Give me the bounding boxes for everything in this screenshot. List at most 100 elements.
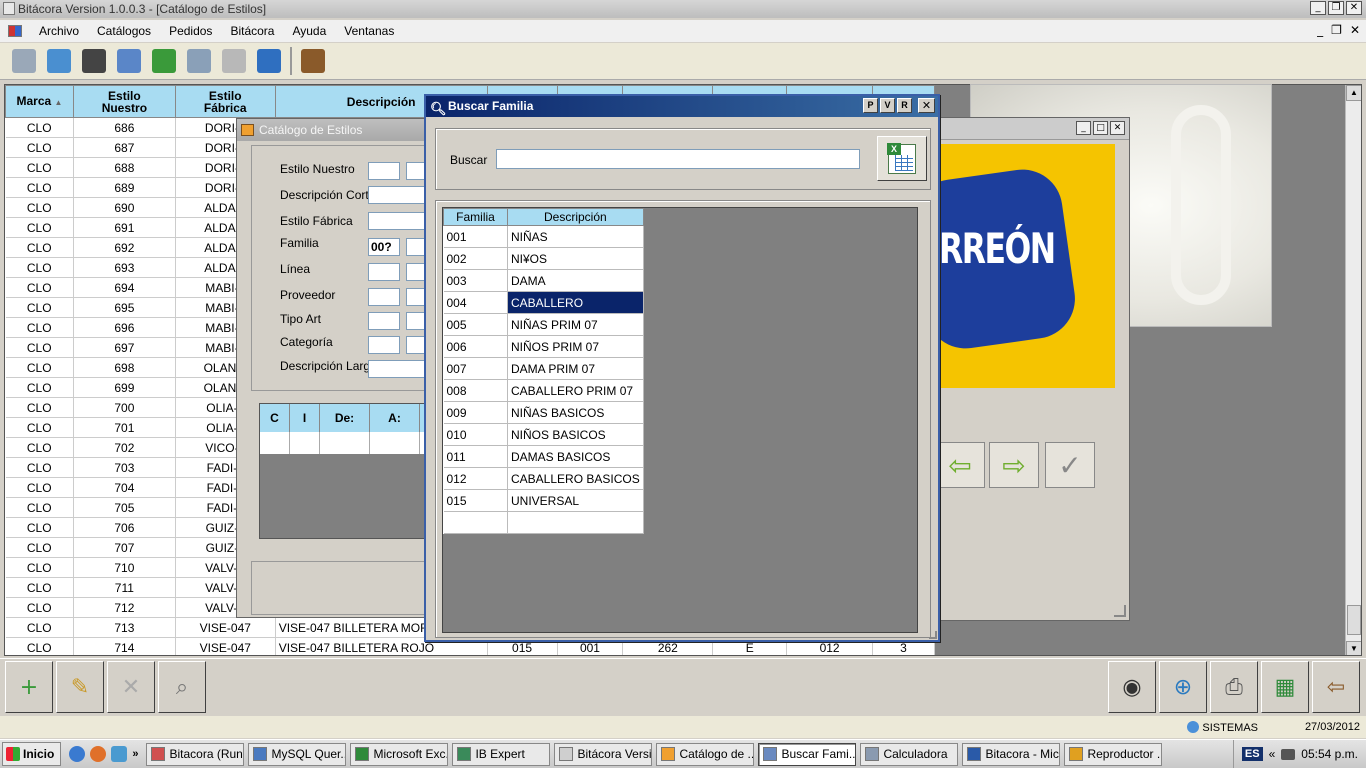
print-button[interactable]: ⎙ <box>1210 661 1258 713</box>
familia-code-cell[interactable]: 011 <box>443 445 508 468</box>
toolbar-button-report[interactable] <box>183 45 215 77</box>
familia-code-cell[interactable] <box>443 511 508 534</box>
cell-marca[interactable]: CLO <box>5 497 74 518</box>
toolbar-button-list[interactable] <box>218 45 250 77</box>
taskbar-button[interactable]: Buscar Fami... <box>758 742 857 766</box>
proveedor-input[interactable] <box>368 288 400 306</box>
familia-code-cell[interactable]: 003 <box>443 269 508 292</box>
taskbar-button[interactable]: Bitácora Versi... <box>554 742 653 766</box>
resize-grip-icon[interactable] <box>1114 605 1126 617</box>
estilo-nuestro-input[interactable] <box>368 162 400 180</box>
familia-desc-cell[interactable]: NIÑAS PRIM 07 <box>507 313 644 336</box>
firefox-icon[interactable] <box>90 746 107 762</box>
familia-code-cell[interactable]: 012 <box>443 467 508 490</box>
network-icon[interactable] <box>1281 748 1296 760</box>
familia-code-cell[interactable]: 006 <box>443 335 508 358</box>
image-viewer-titlebar[interactable]: _ □ ✕ <box>933 118 1129 140</box>
familia-desc-cell[interactable]: NIÑAS BASICOS <box>507 401 644 424</box>
rango-row[interactable] <box>260 432 428 454</box>
cell-marca[interactable]: CLO <box>5 137 74 158</box>
familia-row[interactable]: 012 CABALLERO BASICOS <box>443 467 644 490</box>
iv-minimize-button[interactable]: _ <box>1076 121 1091 135</box>
cell-marca[interactable]: CLO <box>5 217 74 238</box>
taskbar-button[interactable]: Microsoft Exc... <box>350 742 449 766</box>
cell-marca[interactable]: CLO <box>5 317 74 338</box>
toolbar-button-new-document[interactable] <box>43 45 75 77</box>
familia-input[interactable]: 00? <box>368 238 400 256</box>
familia-row[interactable]: 009 NIÑAS BASICOS <box>443 401 644 424</box>
categoria-input[interactable] <box>368 336 400 354</box>
familia-code-cell[interactable]: 004 <box>443 291 508 314</box>
cell-estilo[interactable]: 689 <box>73 177 176 198</box>
cell-marca[interactable]: CLO <box>5 337 74 358</box>
menu-pedidos[interactable]: Pedidos <box>160 24 221 38</box>
catalogo-titlebar[interactable]: Catálogo de Estilos <box>237 119 431 141</box>
mdi-minimize-button[interactable]: _ <box>1317 23 1323 37</box>
dialog-close-button[interactable]: ✕ <box>918 98 935 113</box>
col-familia[interactable]: Familia <box>443 208 508 226</box>
familia-row[interactable]: 004 CABALLERO <box>443 291 644 314</box>
familia-row[interactable]: 002 NI¥OS <box>443 247 644 270</box>
toolbar-button-camera[interactable] <box>78 45 110 77</box>
familia-desc-cell[interactable]: DAMA PRIM 07 <box>507 357 644 380</box>
familia-desc-cell[interactable]: CABALLERO <box>507 291 644 314</box>
scroll-thumb[interactable] <box>1347 605 1361 635</box>
cell-marca[interactable]: CLO <box>5 637 74 655</box>
familia-desc-cell[interactable]: DAMAS BASICOS <box>507 445 644 468</box>
taskbar-button[interactable]: Bitacora (Run... <box>146 742 245 766</box>
cell-marca[interactable]: CLO <box>5 457 74 478</box>
col-descripcion-familia[interactable]: Descripción <box>507 208 644 226</box>
familia-code-cell[interactable]: 015 <box>443 489 508 512</box>
cell-estilo[interactable]: 703 <box>73 457 176 478</box>
tipo-art-input[interactable] <box>368 312 400 330</box>
close-button[interactable]: ✕ <box>1346 1 1362 15</box>
familia-code-cell[interactable]: 001 <box>443 225 508 248</box>
cell-marca[interactable]: CLO <box>5 437 74 458</box>
search-record-button[interactable]: ⌕ <box>158 661 206 713</box>
cell-marca[interactable]: CLO <box>5 157 74 178</box>
cell-estilo[interactable]: 705 <box>73 497 176 518</box>
zoom-button[interactable]: ⊕ <box>1159 661 1207 713</box>
taskbar-button[interactable]: Calculadora <box>860 742 959 766</box>
familia-row[interactable]: 005 NIÑAS PRIM 07 <box>443 313 644 336</box>
mdi-restore-button[interactable]: ❐ <box>1331 23 1342 37</box>
taskbar-button[interactable]: MySQL Quer... <box>248 742 347 766</box>
language-indicator[interactable]: ES <box>1241 747 1263 761</box>
cell-marca[interactable]: CLO <box>5 197 74 218</box>
edit-record-button[interactable]: ✎ <box>56 661 104 713</box>
cell-estilo[interactable]: 691 <box>73 217 176 238</box>
cell-estilo[interactable]: 690 <box>73 197 176 218</box>
col-estilo-nuestro[interactable]: Estilo Nuestro <box>72 85 176 118</box>
cell-estilo[interactable]: 702 <box>73 437 176 458</box>
mdi-child-icon[interactable] <box>8 25 22 37</box>
export-excel-button[interactable]: X <box>877 136 927 181</box>
menu-ventanas[interactable]: Ventanas <box>335 24 403 38</box>
familia-row[interactable]: 008 CABALLERO PRIM 07 <box>443 379 644 402</box>
cell-fabrica[interactable]: VISE-047 <box>175 617 276 638</box>
clock[interactable]: 05:54 p.m. <box>1301 747 1358 761</box>
new-record-button[interactable]: + <box>5 661 53 713</box>
cell-estilo[interactable]: 693 <box>73 257 176 278</box>
cell-estilo[interactable]: 711 <box>73 577 176 598</box>
dialog-titlebar[interactable]: 🔍︎ Buscar Familia P V R ✕ <box>426 96 938 117</box>
toolbar-button-edit-document[interactable] <box>113 45 145 77</box>
iv-maximize-button[interactable]: □ <box>1093 121 1108 135</box>
toolbar-button-folder[interactable] <box>253 45 285 77</box>
cell-estilo[interactable]: 692 <box>73 237 176 258</box>
menu-ayuda[interactable]: Ayuda <box>283 24 335 38</box>
menu-catalogos[interactable]: Catálogos <box>88 24 160 38</box>
cell-marca[interactable]: CLO <box>5 517 74 538</box>
cell-estilo[interactable]: 698 <box>73 357 176 378</box>
familia-code-cell[interactable]: 010 <box>443 423 508 446</box>
cell-estilo[interactable]: 694 <box>73 277 176 298</box>
rango-cell[interactable] <box>320 432 370 454</box>
toolbar-button-download[interactable] <box>148 45 180 77</box>
familia-desc-cell[interactable]: NIÑAS <box>507 225 644 248</box>
export-button[interactable]: ▦ <box>1261 661 1309 713</box>
cell-marca[interactable]: CLO <box>5 377 74 398</box>
familia-desc-cell[interactable]: DAMA <box>507 269 644 292</box>
rango-col-i[interactable]: I <box>290 404 320 432</box>
familia-row[interactable]: 007 DAMA PRIM 07 <box>443 357 644 380</box>
rango-col-a[interactable]: A: <box>370 404 420 432</box>
cell-estilo[interactable]: 707 <box>73 537 176 558</box>
